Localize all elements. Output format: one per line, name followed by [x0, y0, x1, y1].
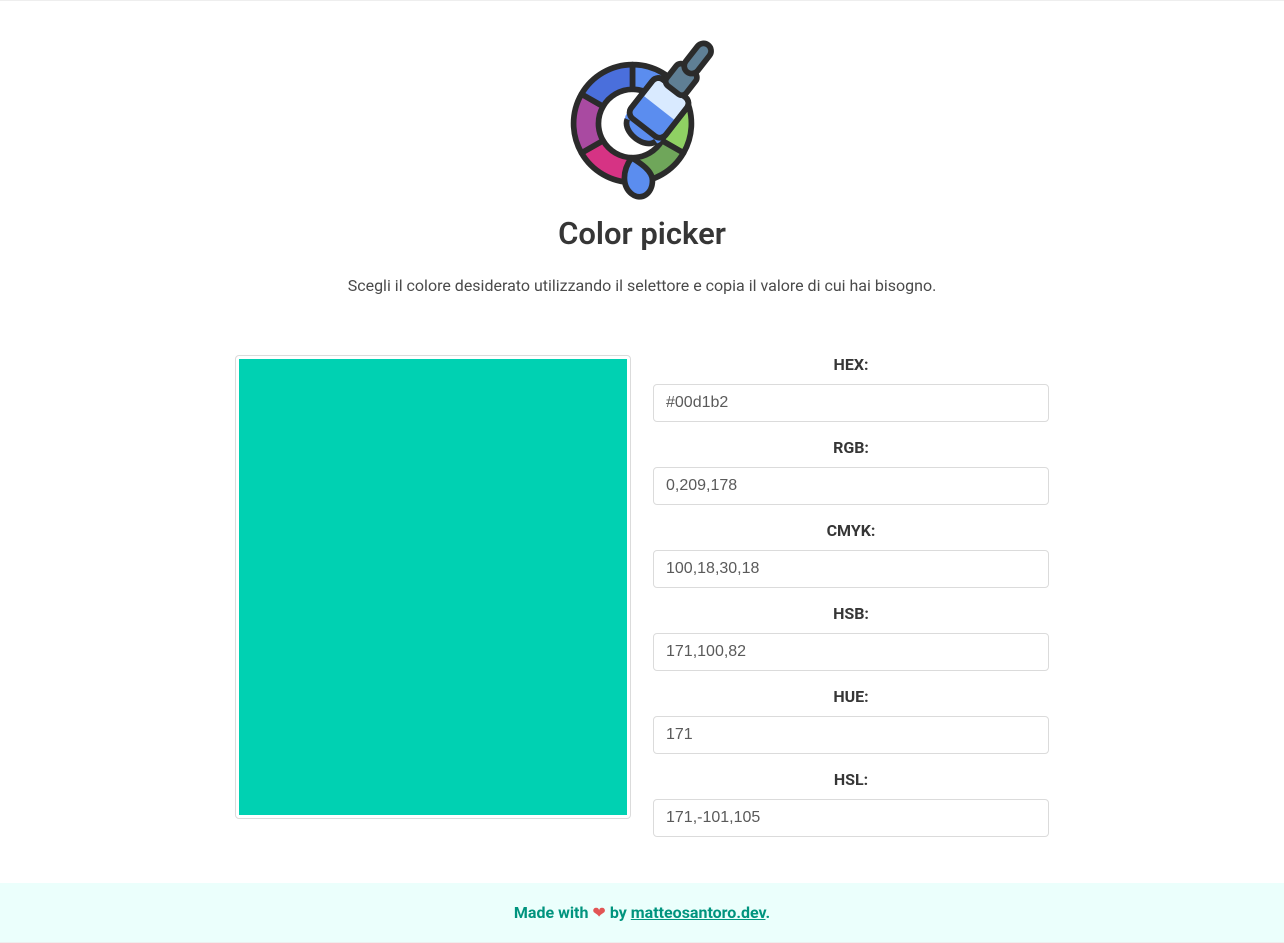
hue-input[interactable] [653, 716, 1049, 754]
page-subtitle: Scegli il colore desiderato utilizzando … [0, 276, 1284, 295]
rgb-label: RGB: [653, 438, 1049, 457]
hsl-label: HSL: [653, 770, 1049, 789]
hsb-label: HSB: [653, 604, 1049, 623]
color-picker-panel [235, 355, 631, 819]
cmyk-label: CMYK: [653, 521, 1049, 540]
hex-input[interactable] [653, 384, 1049, 422]
cmyk-input[interactable] [653, 550, 1049, 588]
color-picker-input[interactable] [239, 359, 627, 815]
footer-period: . [765, 903, 770, 922]
hsb-input[interactable] [653, 633, 1049, 671]
footer-author-link[interactable]: matteosantoro.dev [631, 903, 766, 922]
rgb-input[interactable] [653, 467, 1049, 505]
app-logo-icon [0, 19, 1284, 209]
heart-icon: ❤ [592, 903, 605, 922]
hex-label: HEX: [653, 355, 1049, 374]
hue-label: HUE: [653, 687, 1049, 706]
footer-by: by [610, 903, 627, 922]
footer-made-with: Made with [514, 903, 589, 922]
footer: Made with ❤ by matteosantoro.dev. [0, 883, 1284, 942]
hsl-input[interactable] [653, 799, 1049, 837]
page-title: Color picker [0, 215, 1284, 252]
